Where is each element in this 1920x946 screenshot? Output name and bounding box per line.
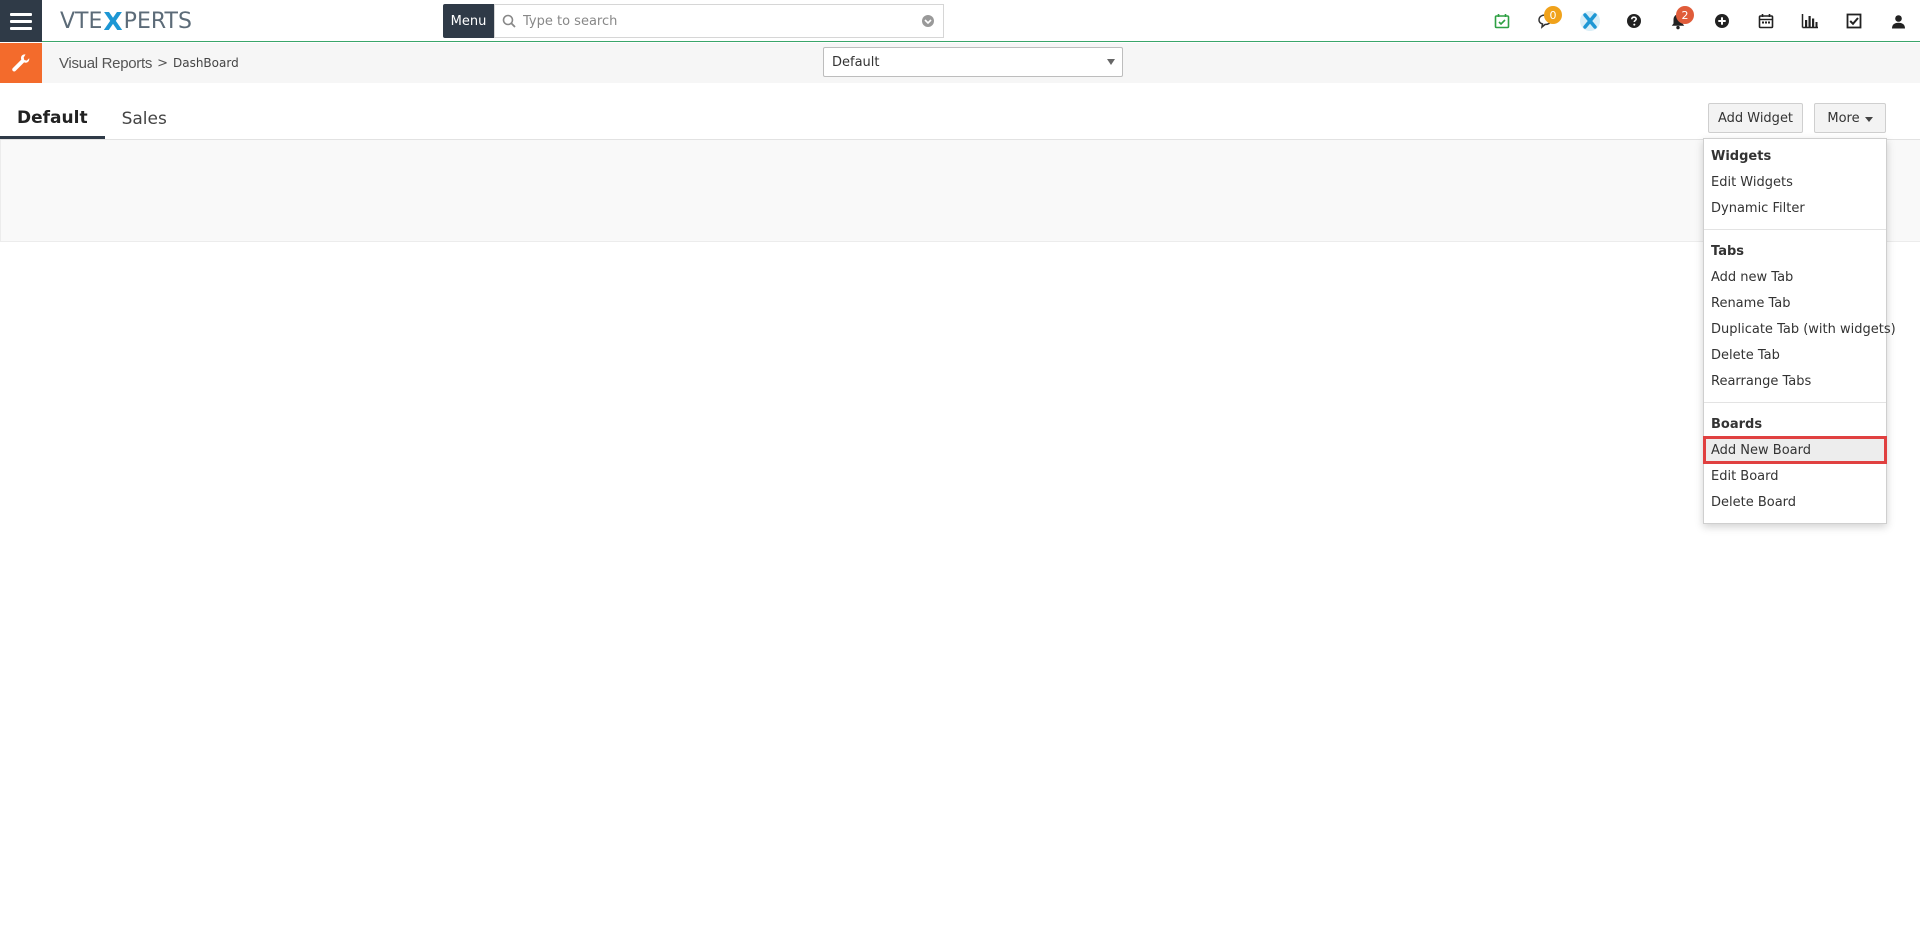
chat-badge: 0 (1544, 6, 1562, 24)
breadcrumb-page: DashBoard (172, 56, 239, 70)
calendar-icon[interactable] (1744, 0, 1788, 42)
menu-item-rename-tab[interactable]: Rename Tab (1704, 290, 1886, 316)
dropdown-divider (1704, 402, 1886, 403)
module-wrench-icon[interactable] (0, 43, 42, 83)
global-search (494, 4, 944, 38)
board-select-caret-icon (1107, 59, 1115, 65)
notification-badge: 2 (1676, 6, 1694, 24)
bar-chart-icon[interactable] (1788, 0, 1832, 42)
menu-item-edit-board[interactable]: Edit Board (1704, 463, 1886, 489)
more-button[interactable]: More (1814, 103, 1886, 133)
menu-item-edit-widgets[interactable]: Edit Widgets (1704, 169, 1886, 195)
dashboard-tabs: Default Sales (0, 99, 184, 139)
breadcrumb-module[interactable]: Visual Reports (59, 55, 152, 72)
add-widget-button[interactable]: Add Widget (1708, 103, 1803, 133)
logo-text-x: X (103, 6, 123, 36)
add-circle-icon[interactable] (1700, 0, 1744, 42)
task-check-icon[interactable] (1832, 0, 1876, 42)
chat-icon[interactable]: 0 (1524, 0, 1568, 42)
top-icon-bar: 0 2 (1480, 0, 1920, 42)
help-icon[interactable] (1612, 0, 1656, 42)
board-select[interactable]: Default (823, 47, 1123, 77)
widget-area (0, 140, 1920, 242)
menu-item-dynamic-filter[interactable]: Dynamic Filter (1704, 195, 1886, 221)
menu-item-add-new-tab[interactable]: Add new Tab (1704, 264, 1886, 290)
more-button-label: More (1827, 110, 1860, 126)
search-icon (495, 14, 523, 28)
vtexperts-x-icon[interactable] (1568, 0, 1612, 42)
menu-button[interactable]: Menu (443, 4, 494, 38)
menu-item-add-new-board[interactable]: Add New Board (1703, 436, 1887, 464)
search-options-chevron-icon[interactable] (913, 14, 943, 28)
search-input[interactable] (523, 5, 913, 37)
hamburger-menu-icon[interactable] (0, 0, 42, 42)
dropdown-header-widgets: Widgets (1711, 148, 1772, 164)
board-select-value: Default (832, 54, 880, 70)
bell-icon[interactable]: 2 (1656, 0, 1700, 42)
dropdown-divider (1704, 229, 1886, 230)
more-dropdown-menu: Widgets Edit Widgets Dynamic Filter Tabs… (1703, 138, 1896, 524)
logo-text-right: PERTS (123, 8, 192, 34)
user-icon[interactable] (1876, 0, 1920, 42)
menu-item-delete-board[interactable]: Delete Board (1704, 489, 1886, 515)
menu-item-delete-tab[interactable]: Delete Tab (1704, 342, 1886, 368)
dropdown-header-boards: Boards (1711, 416, 1763, 432)
logo-text-left: VTE (60, 8, 103, 34)
tab-sales[interactable]: Sales (105, 99, 184, 139)
breadcrumb-separator: > (157, 55, 168, 71)
calendar-check-icon[interactable] (1480, 0, 1524, 42)
menu-item-duplicate-tab[interactable]: Duplicate Tab (with widgets) (1704, 316, 1896, 342)
top-navbar: VTEXPERTS Menu 0 2 (0, 0, 1920, 42)
dropdown-header-tabs: Tabs (1711, 243, 1745, 259)
breadcrumb: Visual Reports > DashBoard (59, 43, 239, 83)
menu-item-rearrange-tabs[interactable]: Rearrange Tabs (1704, 368, 1886, 394)
tab-default[interactable]: Default (0, 99, 105, 139)
more-caret-icon (1864, 116, 1873, 122)
app-logo[interactable]: VTE X PERTS (60, 6, 192, 36)
